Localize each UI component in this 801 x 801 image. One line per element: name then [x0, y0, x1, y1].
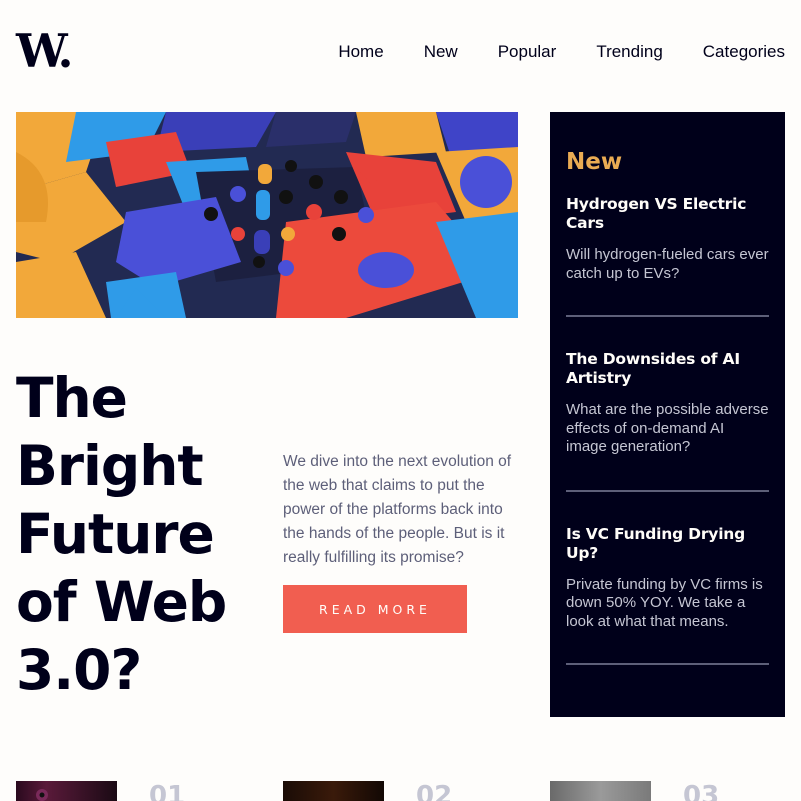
nav-home[interactable]: Home — [338, 42, 383, 62]
nav-new[interactable]: New — [424, 42, 458, 62]
sidebar-item-text: Will hydrogen-fueled cars ever catch up … — [566, 246, 769, 282]
main-nav: Home New Popular Trending Categories — [338, 42, 785, 62]
sidebar-item-text: What are the possible adverse effects of… — [566, 401, 769, 455]
sidebar-divider — [566, 315, 769, 317]
nav-popular[interactable]: Popular — [498, 42, 557, 62]
hero-description: We dive into the next evolution of the w… — [283, 453, 512, 566]
sidebar-heading: New — [566, 149, 623, 175]
hero-illustration — [16, 112, 518, 318]
sidebar-divider — [566, 489, 769, 492]
sidebar-divider — [566, 663, 769, 665]
sidebar-item-text: Private funding by VC firms is down 50% … — [566, 575, 763, 630]
sidebar-item-title[interactable]: The Downsides of AI Artistry — [566, 350, 769, 388]
thumbnail-image — [36, 789, 48, 801]
new-sidebar: New Hydrogen VS Electric Cars Will hydro… — [550, 112, 785, 717]
sidebar-item-title[interactable]: Is VC Funding Drying Up? — [566, 525, 769, 563]
site-logo[interactable]: W. — [16, 28, 73, 74]
sidebar-item-hydrogen[interactable]: Hydrogen VS Electric Cars Will hydrogen-… — [566, 195, 769, 283]
article-number: 01 — [149, 781, 186, 801]
sidebar-item-vc-funding[interactable]: Is VC Funding Drying Up? Private funding… — [566, 525, 769, 632]
sidebar-item-title[interactable]: Hydrogen VS Electric Cars — [566, 195, 769, 233]
hero-title: The Bright Future of Web 3.0? — [16, 366, 227, 702]
article-number: 02 — [416, 781, 453, 801]
nav-trending[interactable]: Trending — [596, 42, 662, 62]
sidebar-item-ai-artistry[interactable]: The Downsides of AI Artistry What are th… — [566, 350, 769, 457]
article-thumbnail[interactable] — [16, 781, 117, 801]
read-more-button[interactable]: READ MORE — [283, 585, 467, 633]
hero-image — [16, 112, 518, 318]
article-thumbnail[interactable] — [283, 781, 384, 801]
article-number: 03 — [683, 781, 720, 801]
nav-categories[interactable]: Categories — [703, 42, 785, 62]
article-thumbnail[interactable] — [550, 781, 651, 801]
